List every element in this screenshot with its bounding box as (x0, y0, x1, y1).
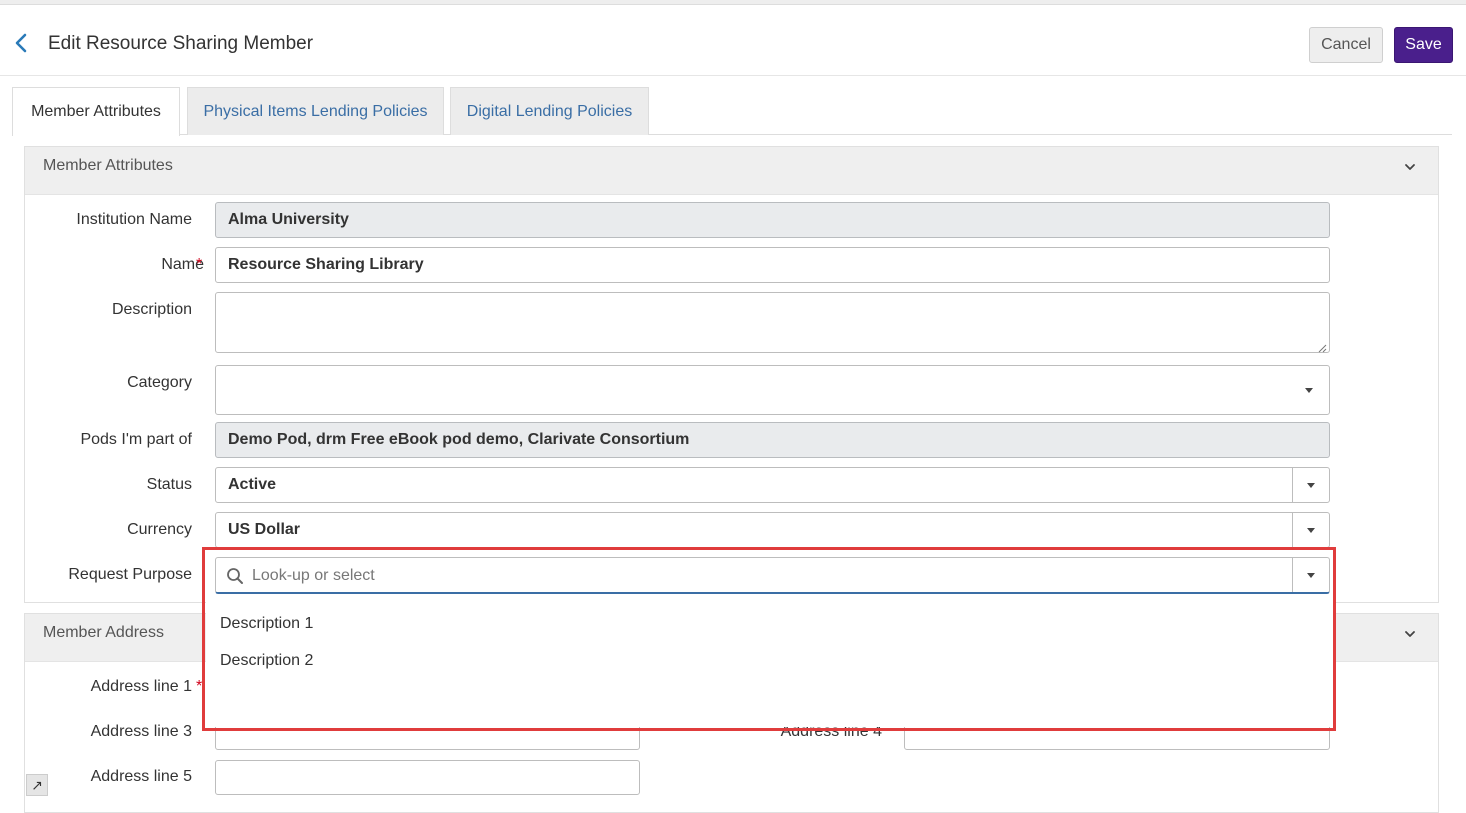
currency-dropdown-button[interactable] (1292, 513, 1329, 547)
address-line-1-label: Address line 1 (90, 678, 192, 695)
status-label: Status (146, 476, 192, 493)
resize-grip-icon[interactable] (1317, 340, 1327, 353)
request-purpose-options: Description 1 Description 2 (206, 596, 1334, 727)
expand-icon[interactable]: ↗ (26, 774, 48, 796)
page-title: Edit Resource Sharing Member (48, 33, 314, 54)
tab-digital-lending-policies[interactable]: Digital Lending Policies (450, 87, 649, 135)
option-description-1[interactable]: Description 1 (220, 615, 313, 633)
save-button[interactable]: Save (1394, 27, 1453, 63)
currency-value: US Dollar (228, 521, 301, 538)
request-purpose-label: Request Purpose (68, 566, 192, 583)
institution-name-field: Alma University (215, 202, 1330, 238)
description-textarea[interactable] (215, 292, 1330, 353)
section-header[interactable]: Member Attributes (25, 147, 1438, 195)
currency-select[interactable]: US Dollar (215, 512, 1330, 548)
request-purpose-dropdown-button[interactable] (1292, 558, 1329, 592)
request-purpose-input[interactable] (250, 562, 1280, 590)
chevron-down-icon[interactable] (1402, 159, 1418, 175)
name-input[interactable]: Resource Sharing Library (215, 247, 1330, 283)
address-line-3-label: Address line 3 (90, 723, 192, 740)
pods-value: Demo Pod, drm Free eBook pod demo, Clari… (228, 431, 690, 448)
caret-down-icon (1307, 572, 1315, 578)
status-value: Active (228, 476, 277, 493)
pods-label: Pods I'm part of (80, 431, 192, 448)
tab-member-attributes[interactable]: Member Attributes (12, 87, 180, 136)
page-header: Edit Resource Sharing Member Cancel Save (0, 5, 1466, 76)
search-icon (226, 567, 244, 585)
request-purpose-lookup[interactable] (215, 557, 1330, 594)
address-line-5-label: Address line 5 (90, 768, 192, 785)
section-title: Member Attributes (43, 157, 173, 174)
description-label: Description (111, 301, 192, 318)
address-line-5-input[interactable] (215, 760, 640, 795)
category-select[interactable] (215, 365, 1330, 415)
back-arrow-icon[interactable] (10, 31, 34, 55)
institution-name-value: Alma University (228, 211, 349, 228)
status-select[interactable]: Active (215, 467, 1330, 503)
tab-physical-items-lending-policies[interactable]: Physical Items Lending Policies (187, 87, 444, 135)
currency-label: Currency (127, 521, 192, 538)
required-mark: * (196, 678, 203, 695)
pods-field: Demo Pod, drm Free eBook pod demo, Clari… (215, 422, 1330, 458)
name-value: Resource Sharing Library (228, 256, 424, 273)
institution-name-label: Institution Name (76, 211, 192, 228)
caret-down-icon (1305, 388, 1313, 393)
option-description-2[interactable]: Description 2 (220, 652, 313, 670)
cancel-button[interactable]: Cancel (1309, 27, 1383, 63)
section-title: Member Address (43, 624, 164, 641)
caret-down-icon (1307, 482, 1315, 488)
caret-down-icon (1307, 527, 1315, 533)
chevron-down-icon[interactable] (1402, 626, 1418, 642)
category-label: Category (127, 374, 192, 391)
required-mark: * (196, 256, 203, 273)
status-dropdown-button[interactable] (1292, 468, 1329, 502)
